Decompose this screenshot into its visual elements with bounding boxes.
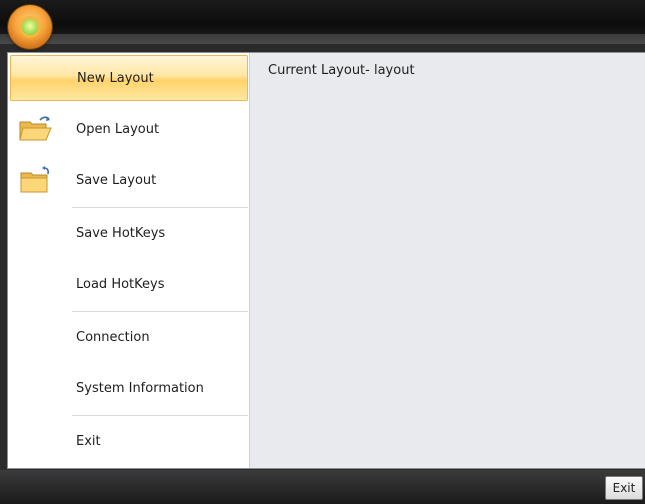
menu-item-save-hotkeys[interactable]: Save HotKeys — [10, 210, 248, 256]
menu-item-label: Save HotKeys — [76, 225, 166, 241]
menu-item-label: Load HotKeys — [76, 276, 165, 292]
menu-separator — [72, 207, 248, 208]
current-layout-text: Current Layout- layout — [268, 63, 415, 78]
menu-separator — [72, 311, 248, 312]
menu-item-new-layout[interactable]: New Layout — [10, 55, 248, 101]
application-menu: New Layout Open Layout Save Layout Save … — [7, 52, 645, 469]
menu-item-label: Connection — [76, 329, 150, 345]
menu-item-save-layout[interactable]: Save Layout — [10, 157, 248, 203]
menu-item-label: New Layout — [77, 70, 154, 86]
menu-item-exit[interactable]: Exit — [10, 418, 248, 464]
menu-item-label: Open Layout — [76, 121, 160, 137]
open-folder-icon — [18, 114, 54, 144]
application-orb-button[interactable] — [8, 5, 52, 49]
menu-item-connection[interactable]: Connection — [10, 314, 248, 360]
menu-item-load-hotkeys[interactable]: Load HotKeys — [10, 261, 248, 307]
menu-item-label: Exit — [76, 433, 101, 449]
bottom-bar — [0, 470, 645, 504]
menu-item-list: New Layout Open Layout Save Layout Save … — [8, 53, 250, 468]
ribbon-strip — [0, 34, 645, 44]
menu-item-label: System Information — [76, 380, 204, 396]
menu-item-label: Save Layout — [76, 172, 157, 188]
orb-logo-icon — [19, 16, 41, 38]
menu-item-system-information[interactable]: System Information — [10, 365, 248, 411]
menu-separator — [72, 415, 248, 416]
save-folder-icon — [18, 165, 54, 195]
exit-button[interactable]: Exit — [605, 476, 643, 500]
menu-item-open-layout[interactable]: Open Layout — [10, 106, 248, 152]
title-bar — [0, 0, 645, 44]
